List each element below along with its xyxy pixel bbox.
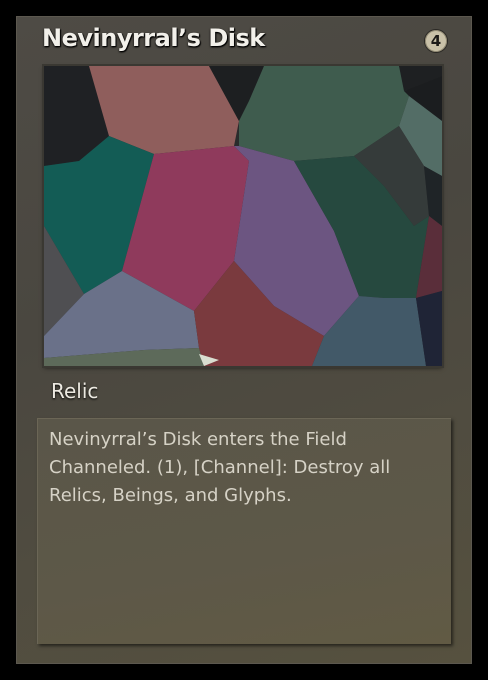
rules-text: Nevinyrral’s Disk enters the Field Chann… — [49, 429, 391, 506]
mana-cost-value: 4 — [430, 31, 442, 50]
card-frame[interactable]: Nevinyrral’s Disk 4 Relic Nevinyrral’s D… — [16, 16, 472, 664]
mana-cost-icon: 4 — [425, 30, 447, 52]
card-type-line: Relic — [51, 379, 99, 403]
card-artwork — [44, 66, 442, 366]
voronoi-mosaic-icon — [44, 66, 442, 366]
card-title: Nevinyrral’s Disk — [42, 24, 265, 52]
rules-text-box: Nevinyrral’s Disk enters the Field Chann… — [37, 418, 451, 644]
card-border: Nevinyrral’s Disk 4 Relic Nevinyrral’s D… — [0, 0, 488, 680]
